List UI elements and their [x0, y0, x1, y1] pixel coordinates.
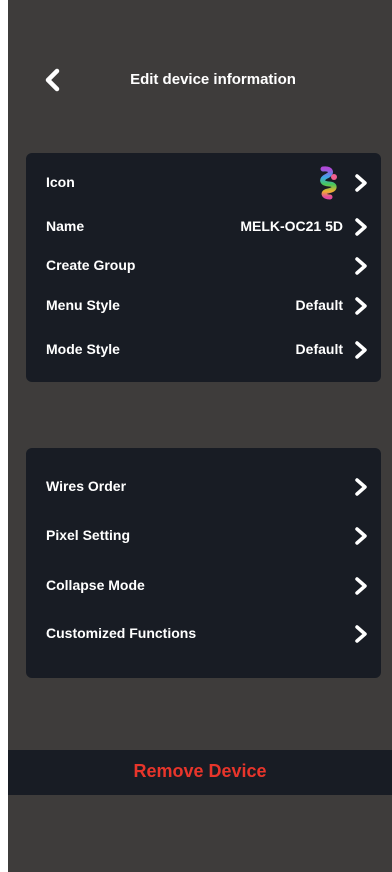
chevron-right-icon — [351, 296, 371, 316]
name-value: MELK-OC21 5D — [240, 218, 343, 234]
wires-order-row[interactable]: Wires Order — [26, 469, 381, 505]
chevron-right-icon — [351, 477, 371, 497]
menu-style-row[interactable]: Menu Style Default — [26, 288, 381, 324]
chevron-right-icon — [351, 624, 371, 644]
mode-style-label: Mode Style — [46, 341, 120, 357]
general-settings-card: Icon Name MELK-OC21 5D Create Group Menu… — [26, 153, 381, 382]
chevron-right-icon — [351, 576, 371, 596]
remove-device-button[interactable]: Remove Device — [8, 750, 392, 795]
menu-style-value: Default — [295, 297, 343, 313]
pixel-setting-row[interactable]: Pixel Setting — [26, 518, 381, 554]
customized-functions-row[interactable]: Customized Functions — [26, 616, 381, 652]
chevron-right-icon — [351, 526, 371, 546]
edit-device-screen: Edit device information Icon Name MELK-O… — [8, 0, 392, 872]
advanced-settings-card: Wires Order Pixel Setting Collapse Mode … — [26, 448, 381, 678]
pixel-setting-label: Pixel Setting — [46, 527, 131, 543]
chevron-right-icon — [351, 256, 371, 276]
mode-style-value: Default — [295, 341, 343, 357]
name-label: Name — [46, 218, 85, 234]
customized-functions-label: Customized Functions — [46, 625, 197, 641]
mode-style-row[interactable]: Mode Style Default — [26, 332, 381, 368]
menu-style-label: Menu Style — [46, 297, 120, 313]
create-group-label: Create Group — [46, 257, 136, 273]
icon-label: Icon — [46, 174, 75, 190]
wires-order-label: Wires Order — [46, 478, 127, 494]
chevron-right-icon — [351, 217, 371, 237]
icon-row[interactable]: Icon — [26, 165, 381, 201]
header: Edit device information — [8, 56, 392, 108]
page-title: Edit device information — [130, 71, 296, 88]
chevron-right-icon — [351, 340, 371, 360]
collapse-mode-label: Collapse Mode — [46, 577, 145, 593]
collapse-mode-row[interactable]: Collapse Mode — [26, 568, 381, 604]
chevron-right-icon — [351, 173, 371, 193]
create-group-row[interactable]: Create Group — [26, 248, 381, 284]
remove-device-label: Remove Device — [133, 761, 267, 781]
name-row[interactable]: Name MELK-OC21 5D — [26, 209, 381, 245]
device-style-icon — [317, 166, 341, 200]
